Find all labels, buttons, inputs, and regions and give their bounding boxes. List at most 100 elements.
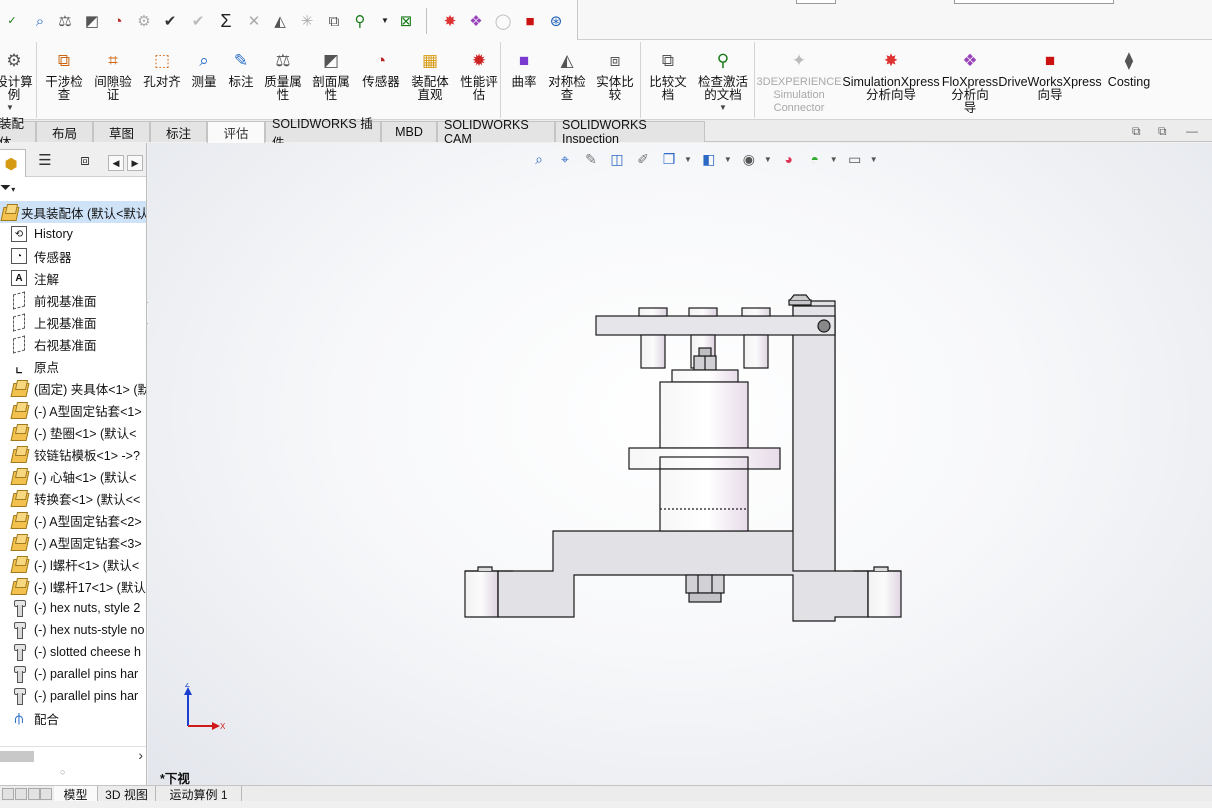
tree-item[interactable]: (-) A型固定钻套<1> xyxy=(0,399,146,421)
floxpress-icon[interactable]: ❖ xyxy=(466,11,486,31)
statistics-icon[interactable]: ⚙ xyxy=(134,11,154,31)
tree-item[interactable]: 上视基准面 xyxy=(0,311,146,333)
section-properties-icon[interactable]: ◩ xyxy=(82,11,102,31)
excel-export-icon[interactable]: ⊠ xyxy=(396,11,416,31)
clearance-verify-button[interactable]: ⌗ 间隙验 证 xyxy=(89,44,137,116)
simulationxpress-button[interactable]: ✸ SimulationXpress 分析向导 xyxy=(842,44,939,116)
spelling-check-icon[interactable]: ✓ xyxy=(2,11,22,31)
chevron-down-icon[interactable]: ▼ xyxy=(719,103,727,112)
tab-6[interactable]: MBD xyxy=(381,121,437,142)
graphics-area[interactable]: ⌕ ⌖ ✎ ◫ ✐ ❒ ▼ ◧ ▼ ◉ ▼ ◕ ◓ ▼ ▭ ▼ Z X *下视 xyxy=(148,143,1212,785)
symmetry-check-button[interactable]: ◭ 对称检 查 xyxy=(543,44,591,116)
property-manager-tab-icon[interactable]: ☰ xyxy=(30,149,60,171)
3dexperience-connector-button[interactable]: ✦ 3DEXPERIENCE Simulation Connector xyxy=(757,44,842,116)
performance-evaluation-button[interactable]: ✹ 性能评 估 xyxy=(456,44,502,116)
measure-icon[interactable]: ⌕ xyxy=(30,11,50,31)
costing-button[interactable]: ⧫ Costing xyxy=(1103,44,1155,116)
scrollbar-thumb[interactable] xyxy=(0,751,34,762)
bottom-tab-0[interactable]: 模型 xyxy=(54,786,98,802)
feature-manager-tab-icon[interactable]: ⬢ xyxy=(0,149,26,177)
tree-item[interactable]: (-) slotted cheese h xyxy=(0,641,146,663)
filter-icon[interactable]: ⏷ xyxy=(0,179,11,195)
tree-item[interactable]: (-) A型固定钻套<3> xyxy=(0,531,146,553)
bottom-tab-1[interactable]: 3D 视图 xyxy=(98,786,156,802)
scroll-right-icon[interactable]: › xyxy=(138,747,143,763)
import-diagnostics-icon[interactable]: ✕ xyxy=(244,11,264,31)
top-input-field[interactable] xyxy=(796,0,836,4)
tree-tab-scroll-left-icon[interactable]: ◀ xyxy=(108,155,124,171)
tree-item[interactable]: (-) hex nuts, style 2 xyxy=(0,597,146,619)
tab-7[interactable]: SOLIDWORKS CAM xyxy=(437,118,555,146)
tab-4[interactable]: 评估 xyxy=(207,121,265,143)
first-tab-icon[interactable] xyxy=(2,788,14,800)
chevron-down-icon[interactable]: ▼ xyxy=(6,103,14,112)
tab-3[interactable]: 标注 xyxy=(150,121,207,142)
compare-bodies-button[interactable]: ⧈ 实体比 较 xyxy=(592,44,638,116)
check-active-doc-icon[interactable]: ⚲ xyxy=(350,11,370,31)
tree-item[interactable]: (-) hex nuts-style no xyxy=(0,619,146,641)
geometry-analysis-icon[interactable]: ✔ xyxy=(188,11,208,31)
assembly-visualization-button[interactable]: ▦ 装配体 直观 xyxy=(406,44,454,116)
equations-icon[interactable]: Σ xyxy=(216,11,236,31)
driveworksxpress-button[interactable]: ■ DriveWorksXpress 向导 xyxy=(998,44,1101,116)
tree-item[interactable]: A 注解 xyxy=(0,267,146,289)
tree-item[interactable]: (固定) 夹具体<1> (默 xyxy=(0,377,146,399)
driveworks-icon[interactable]: ■ xyxy=(520,11,540,31)
last-tab-icon[interactable] xyxy=(40,788,52,800)
tree-item[interactable]: 前视基准面 xyxy=(0,289,146,311)
tree-root-assembly[interactable]: 夹具装配体 (默认<默认_ xyxy=(0,201,146,223)
tree-item[interactable]: ⫛ 配合 xyxy=(0,707,146,729)
tree-item[interactable]: (-) 心轴<1> (默认< xyxy=(0,465,146,487)
mass-properties-button[interactable]: ⚖ 质量属 性 xyxy=(260,44,306,116)
disabled-check-icon[interactable]: ◯ xyxy=(493,11,513,31)
measure-button[interactable]: ⌕ 测量 xyxy=(187,44,221,116)
tree-item[interactable]: (-) parallel pins har xyxy=(0,685,146,707)
tree-item[interactable]: ⌞ 原点 xyxy=(0,355,146,377)
tree-item[interactable]: ⟲ History xyxy=(0,223,146,245)
tree-horizontal-scrollbar[interactable]: › xyxy=(0,746,146,764)
tree-item[interactable]: ◔ 传感器 xyxy=(0,245,146,267)
tile-left-icon[interactable]: ⧉ xyxy=(1132,124,1141,139)
symmetry-check-icon[interactable]: ◭ xyxy=(270,11,290,31)
tree-item[interactable]: (-) parallel pins har xyxy=(0,663,146,685)
assembly-model-view[interactable] xyxy=(148,143,1212,785)
configuration-manager-tab-icon[interactable]: ⧈ xyxy=(70,149,100,171)
compare-icon[interactable]: ⧉ xyxy=(324,11,344,31)
simulation-icon[interactable]: ✸ xyxy=(440,11,460,31)
tree-item[interactable]: (-) 垫圈<1> (默认< xyxy=(0,421,146,443)
section-properties-button[interactable]: ◩ 剖面属 性 xyxy=(307,44,355,116)
bottom-tab-2[interactable]: 运动算例 1 xyxy=(156,786,242,802)
interference-check-button[interactable]: ⧉ 干涉检 查 xyxy=(40,44,88,116)
tree-item[interactable]: 转换套<1> (默认<< xyxy=(0,487,146,509)
tree-item[interactable]: (-) l螺杆<1> (默认< xyxy=(0,553,146,575)
check-icon[interactable]: ✔ xyxy=(160,11,180,31)
tab-5[interactable]: SOLIDWORKS 插件 xyxy=(265,117,381,150)
next-tab-icon[interactable] xyxy=(28,788,40,800)
mass-properties-icon[interactable]: ⚖ xyxy=(55,11,75,31)
thickness-icon[interactable]: ✳ xyxy=(297,11,317,31)
splitter-dot-icon[interactable]: ○ xyxy=(60,767,65,777)
hole-alignment-button[interactable]: ⬚ 孔对齐 xyxy=(140,44,184,116)
markup-button[interactable]: ✎ 标注 xyxy=(224,44,258,116)
chevron-down-icon[interactable]: ▼ xyxy=(375,11,395,31)
tree-item[interactable]: (-) A型固定钻套<2> xyxy=(0,509,146,531)
tree-item[interactable]: 右视基准面 xyxy=(0,333,146,355)
chevron-down-icon[interactable]: ▾ xyxy=(11,185,15,194)
tab-2[interactable]: 草图 xyxy=(93,121,150,142)
tab-0[interactable]: 装配体 xyxy=(0,117,36,150)
tree-item[interactable]: (-) l螺杆17<1> (默认 xyxy=(0,575,146,597)
tree-item[interactable]: 铰链钻模板<1> ->? xyxy=(0,443,146,465)
prev-tab-icon[interactable] xyxy=(15,788,27,800)
tree-filter[interactable]: ⏷▾ xyxy=(0,179,146,199)
sensor-icon[interactable]: ◔ xyxy=(108,11,128,31)
compare-documents-button[interactable]: ⧉ 比较文 档 xyxy=(644,44,692,116)
floxpress-button[interactable]: ❖ FloXpress 分析向 导 xyxy=(942,44,998,116)
tile-right-icon[interactable]: ⧉ xyxy=(1158,124,1167,139)
search-field[interactable] xyxy=(954,0,1114,4)
tab-8[interactable]: SOLIDWORKS Inspection xyxy=(555,118,705,146)
tree-tab-scroll-right-icon[interactable]: ▶ xyxy=(127,155,143,171)
tab-1[interactable]: 布局 xyxy=(36,121,93,142)
minimize-icon[interactable]: — xyxy=(1186,124,1198,138)
curvature-button[interactable]: ■ 曲率 xyxy=(508,44,540,116)
costing-icon[interactable]: ⊛ xyxy=(546,11,566,31)
